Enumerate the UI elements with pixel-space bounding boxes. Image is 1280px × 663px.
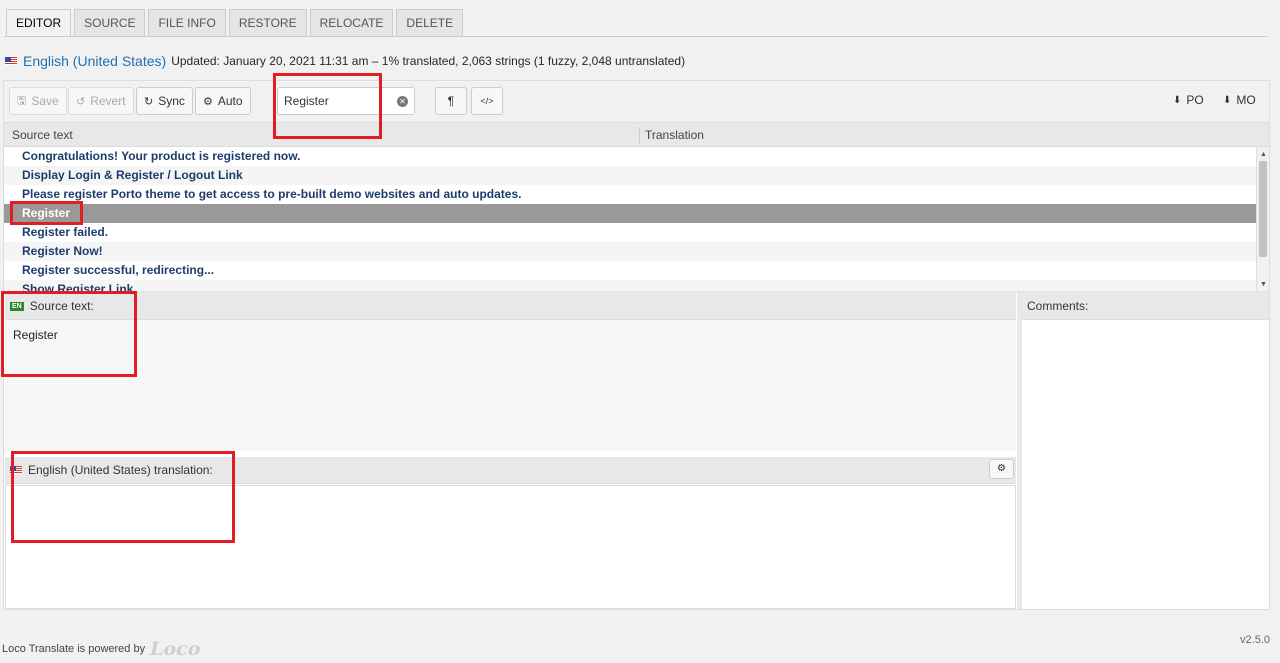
translation-input[interactable] bbox=[6, 486, 1015, 608]
translation-pane-title: English (United States) translation: bbox=[28, 463, 213, 477]
auto-translate-button[interactable]: ⚙ Auto bbox=[195, 87, 251, 115]
clear-search-icon[interactable]: ✕ bbox=[397, 95, 408, 107]
tab-source[interactable]: SOURCE bbox=[74, 9, 146, 37]
tab-restore[interactable]: RESTORE bbox=[228, 9, 307, 37]
suggest-translation-button[interactable]: ⚙ bbox=[989, 459, 1014, 479]
tab-relocate[interactable]: RELOCATE bbox=[309, 9, 394, 37]
locale-header: English (United States) Updated: January… bbox=[5, 52, 685, 70]
scrollbar-thumb[interactable] bbox=[1259, 161, 1267, 257]
translation-editor bbox=[5, 485, 1016, 609]
source-pane-header: EN Source text: bbox=[5, 293, 1016, 320]
tab-divider bbox=[4, 36, 1268, 37]
sync-button[interactable]: ↻ Sync bbox=[136, 87, 193, 115]
sync-icon: ↻ bbox=[144, 95, 154, 108]
toggle-code-view-button[interactable]: </> bbox=[471, 87, 503, 115]
powered-by-text: Loco Translate is powered by bbox=[2, 643, 146, 655]
search-input[interactable] bbox=[284, 94, 394, 108]
locale-name-link[interactable]: English (United States) bbox=[23, 53, 166, 69]
list-item-selected[interactable]: Register bbox=[4, 204, 1256, 223]
translation-column-header[interactable]: Translation bbox=[645, 128, 704, 142]
list-item[interactable]: Congratulations! Your product is registe… bbox=[4, 147, 1256, 166]
download-icon: ⬇ bbox=[1223, 94, 1232, 106]
code-icon: </> bbox=[480, 96, 494, 106]
tab-bar: EDITOR SOURCE FILE INFO RESTORE RELOCATE… bbox=[6, 9, 466, 37]
comments-display bbox=[1022, 320, 1269, 609]
scroll-down-icon[interactable]: ▼ bbox=[1259, 281, 1268, 289]
locale-meta: Updated: January 20, 2021 11:31 am – 1% … bbox=[171, 54, 686, 68]
source-text-display: Register bbox=[5, 320, 1016, 451]
robot-icon: ⚙ bbox=[203, 95, 213, 108]
comments-pane-header: Comments: bbox=[1022, 293, 1269, 320]
string-list: Congratulations! Your product is registe… bbox=[4, 147, 1256, 291]
footer: Loco Translate is powered by Loco bbox=[2, 638, 200, 660]
list-item[interactable]: Register failed. bbox=[4, 223, 1256, 242]
pilcrow-icon: ¶ bbox=[447, 94, 455, 108]
revert-icon: ↺ bbox=[76, 95, 86, 108]
us-flag-icon bbox=[5, 57, 17, 65]
editor-panel: 🖫 Save ↺ Revert ↻ Sync ⚙ Auto ✕ ¶ </> ⬇ … bbox=[3, 80, 1270, 610]
list-item[interactable]: Show Register Link bbox=[4, 280, 1256, 291]
scroll-up-icon[interactable]: ▲ bbox=[1259, 151, 1268, 159]
us-flag-icon bbox=[10, 466, 22, 474]
list-item[interactable]: Register Now! bbox=[4, 242, 1256, 261]
save-button[interactable]: 🖫 Save bbox=[9, 87, 67, 115]
tab-file-info[interactable]: FILE INFO bbox=[148, 9, 226, 37]
en-badge: EN bbox=[10, 301, 24, 311]
source-column-header[interactable]: Source text bbox=[12, 128, 73, 142]
version-label: v2.5.0 bbox=[1240, 634, 1270, 646]
save-icon: 🖫 bbox=[17, 94, 27, 107]
list-scrollbar[interactable]: ▲ ▼ bbox=[1256, 147, 1269, 291]
tab-delete[interactable]: DELETE bbox=[396, 9, 464, 37]
list-header: Source text Translation bbox=[4, 123, 1269, 147]
robot-icon: ⚙ bbox=[997, 463, 1006, 474]
source-pane-title: Source text: bbox=[29, 299, 94, 313]
column-divider[interactable] bbox=[639, 127, 640, 143]
revert-button[interactable]: ↺ Revert bbox=[68, 87, 134, 115]
tab-editor[interactable]: EDITOR bbox=[6, 9, 72, 37]
translation-pane-header: English (United States) translation: bbox=[5, 457, 1016, 484]
list-item[interactable]: Display Login & Register / Logout Link bbox=[4, 166, 1256, 185]
toggle-invisibles-button[interactable]: ¶ bbox=[435, 87, 467, 115]
search-field: ✕ bbox=[277, 87, 415, 115]
download-icon: ⬇ bbox=[1173, 94, 1182, 106]
editor-toolbar: 🖫 Save ↺ Revert ↻ Sync ⚙ Auto ✕ ¶ </> ⬇ … bbox=[4, 81, 1269, 123]
list-item[interactable]: Register successful, redirecting... bbox=[4, 261, 1256, 280]
download-po-button[interactable]: ⬇ PO bbox=[1173, 93, 1204, 107]
download-mo-button[interactable]: ⬇ MO bbox=[1223, 93, 1256, 107]
comments-pane-title: Comments: bbox=[1027, 299, 1089, 313]
source-text-value: Register bbox=[13, 328, 58, 342]
loco-logo[interactable]: Loco bbox=[150, 638, 200, 660]
list-item[interactable]: Please register Porto theme to get acces… bbox=[4, 185, 1256, 204]
